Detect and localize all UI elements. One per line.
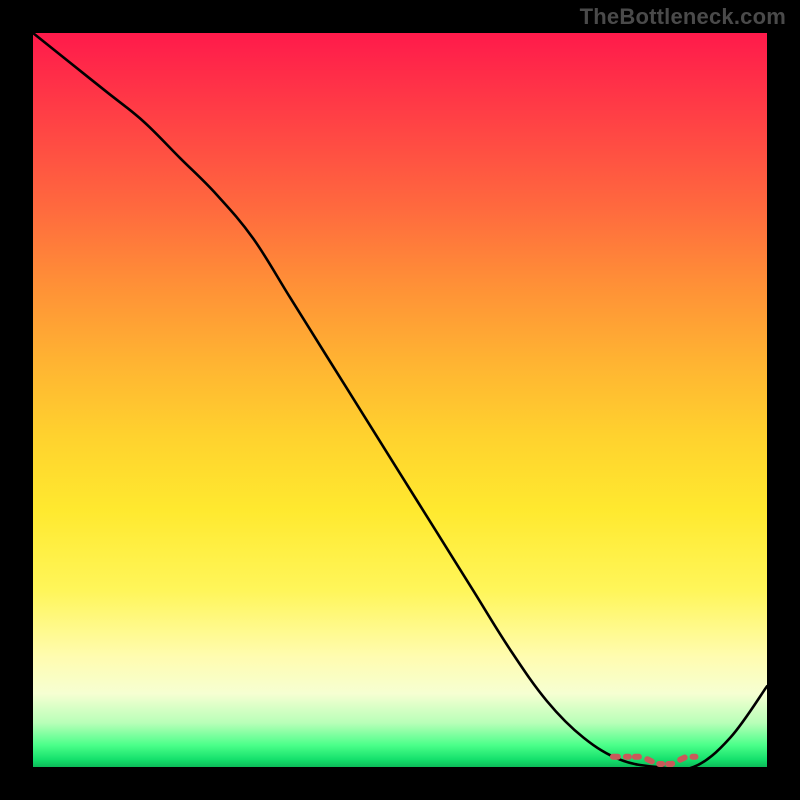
- curve-path: [33, 33, 767, 770]
- plot-area: [33, 33, 767, 767]
- watermark-text: TheBottleneck.com: [580, 4, 786, 30]
- line-chart: [33, 33, 767, 767]
- chart-frame: TheBottleneck.com: [0, 0, 800, 800]
